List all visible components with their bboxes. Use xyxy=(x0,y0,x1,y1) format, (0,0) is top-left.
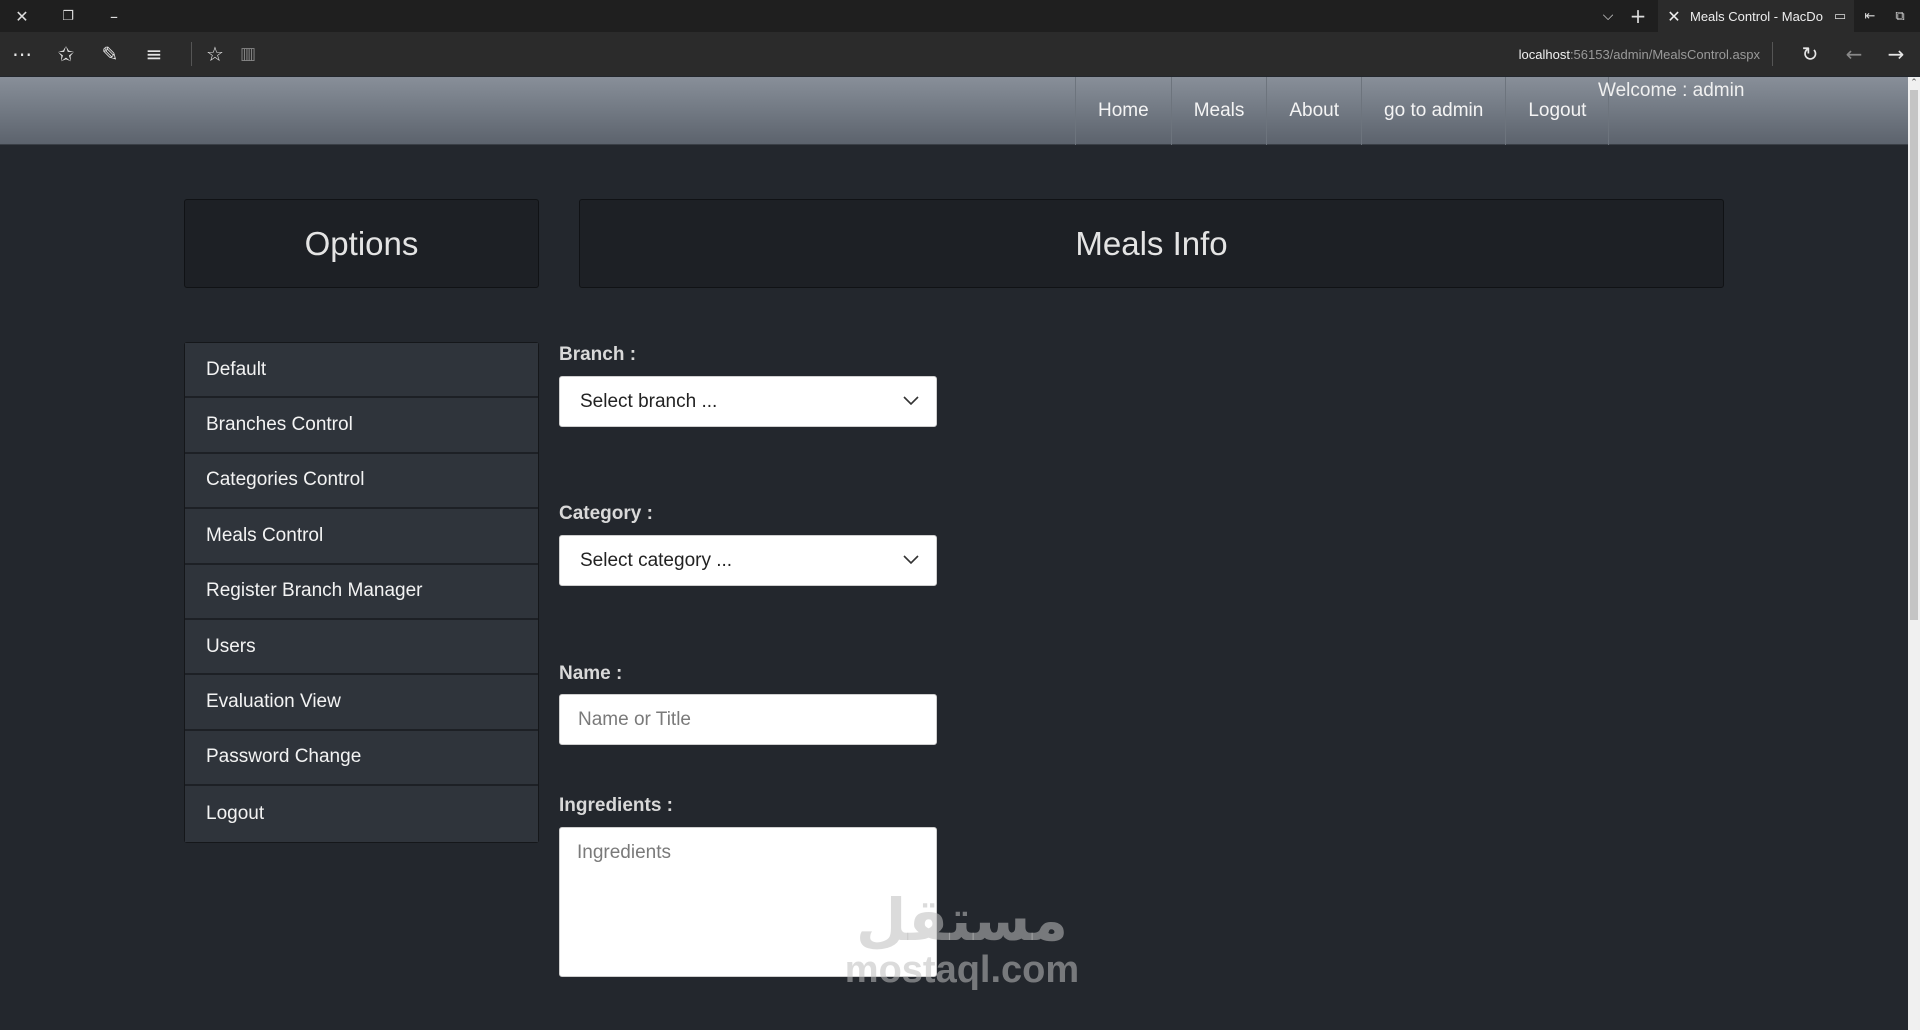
reading-view-icon[interactable]: ▥ xyxy=(228,32,268,76)
menu-item-meals-control[interactable]: Meals Control xyxy=(185,509,538,565)
page-scrollbar[interactable]: ⌃ xyxy=(1908,77,1920,1030)
branch-selected-value: Select branch ... xyxy=(580,390,718,412)
menu-item-categories-control[interactable]: Categories Control xyxy=(185,453,538,510)
ingredients-label: Ingredients : xyxy=(559,795,674,816)
reading-list-icon[interactable]: ≡ xyxy=(134,32,174,76)
browser-toolbar: ⋯ ✩ ✎ ≡ ☆ ▥ localhost:56153/admin/MealsC… xyxy=(0,32,1920,76)
restore-icon[interactable]: ❐ xyxy=(48,0,88,32)
menu-item-logout[interactable]: Logout xyxy=(185,786,538,842)
scroll-up-icon[interactable]: ⌃ xyxy=(1909,77,1919,89)
address-path: :56153/admin/MealsControl.aspx xyxy=(1569,46,1760,62)
menu-item-branches-control[interactable]: Branches Control xyxy=(185,398,538,454)
pen-icon[interactable]: ✎ xyxy=(90,32,130,76)
nav-go-to-admin[interactable]: go to admin xyxy=(1361,77,1505,145)
category-select[interactable]: Select category ... xyxy=(559,535,937,586)
nav-home[interactable]: Home xyxy=(1075,77,1171,145)
more-icon[interactable]: ⋯ xyxy=(2,32,42,76)
branch-label: Branch : xyxy=(559,344,637,365)
tab-title: Meals Control - MacDo xyxy=(1690,8,1823,24)
menu-item-users[interactable]: Users xyxy=(185,619,538,676)
menu-item-register-branch-manager[interactable]: Register Branch Manager xyxy=(185,564,538,620)
forward-icon[interactable]: → xyxy=(1876,32,1916,76)
menu-item-default[interactable]: Default xyxy=(185,343,538,399)
options-menu: Default Branches Control Categories Cont… xyxy=(184,342,539,843)
chevron-down-icon xyxy=(903,555,919,565)
nav-links: Home Meals About go to admin Logout xyxy=(1075,77,1610,145)
ingredients-textarea[interactable]: Ingredients xyxy=(559,827,937,977)
close-icon[interactable]: ✕ xyxy=(2,0,42,32)
refresh-icon[interactable]: ↻ xyxy=(1790,32,1830,76)
category-selected-value: Select category ... xyxy=(580,549,733,571)
welcome-text: Welcome : admin xyxy=(1598,80,1745,101)
menu-item-password-change[interactable]: Password Change xyxy=(185,730,538,787)
meals-info-title: Meals Info xyxy=(579,199,1724,288)
toolbar-divider xyxy=(191,42,192,66)
branch-select[interactable]: Select branch ... xyxy=(559,376,937,427)
chevron-down-icon xyxy=(903,396,919,406)
scroll-thumb[interactable] xyxy=(1910,90,1918,620)
toolbar-divider xyxy=(1772,42,1773,66)
tab-close-icon[interactable]: ✕ xyxy=(1658,7,1690,26)
menu-item-evaluation-view[interactable]: Evaluation View xyxy=(185,675,538,731)
address-host: localhost xyxy=(1518,46,1570,62)
nav-about[interactable]: About xyxy=(1266,77,1361,145)
browser-titlebar: ✕ ❐ – ⌵ + ✕ Meals Control - MacDo ▭ ⇤ ⧉ xyxy=(0,0,1920,32)
tabs-aside-icon[interactable]: ⧉ xyxy=(1880,0,1920,32)
name-label: Name : xyxy=(559,663,623,684)
nav-logout[interactable]: Logout xyxy=(1505,77,1610,145)
minimize-icon[interactable]: – xyxy=(94,0,134,32)
new-tab-icon[interactable]: + xyxy=(1618,0,1658,32)
site-navbar: Home Meals About go to admin Logout Welc… xyxy=(0,77,1908,145)
name-input[interactable]: Name or Title xyxy=(559,694,937,745)
nav-meals[interactable]: Meals xyxy=(1170,77,1267,145)
category-label: Category : xyxy=(559,503,653,524)
hub-icon[interactable]: ✩ xyxy=(46,32,86,76)
address-bar[interactable]: localhost:56153/admin/MealsControl.aspx xyxy=(1460,32,1760,76)
back-icon[interactable]: ← xyxy=(1834,32,1874,76)
options-title: Options xyxy=(184,199,539,288)
